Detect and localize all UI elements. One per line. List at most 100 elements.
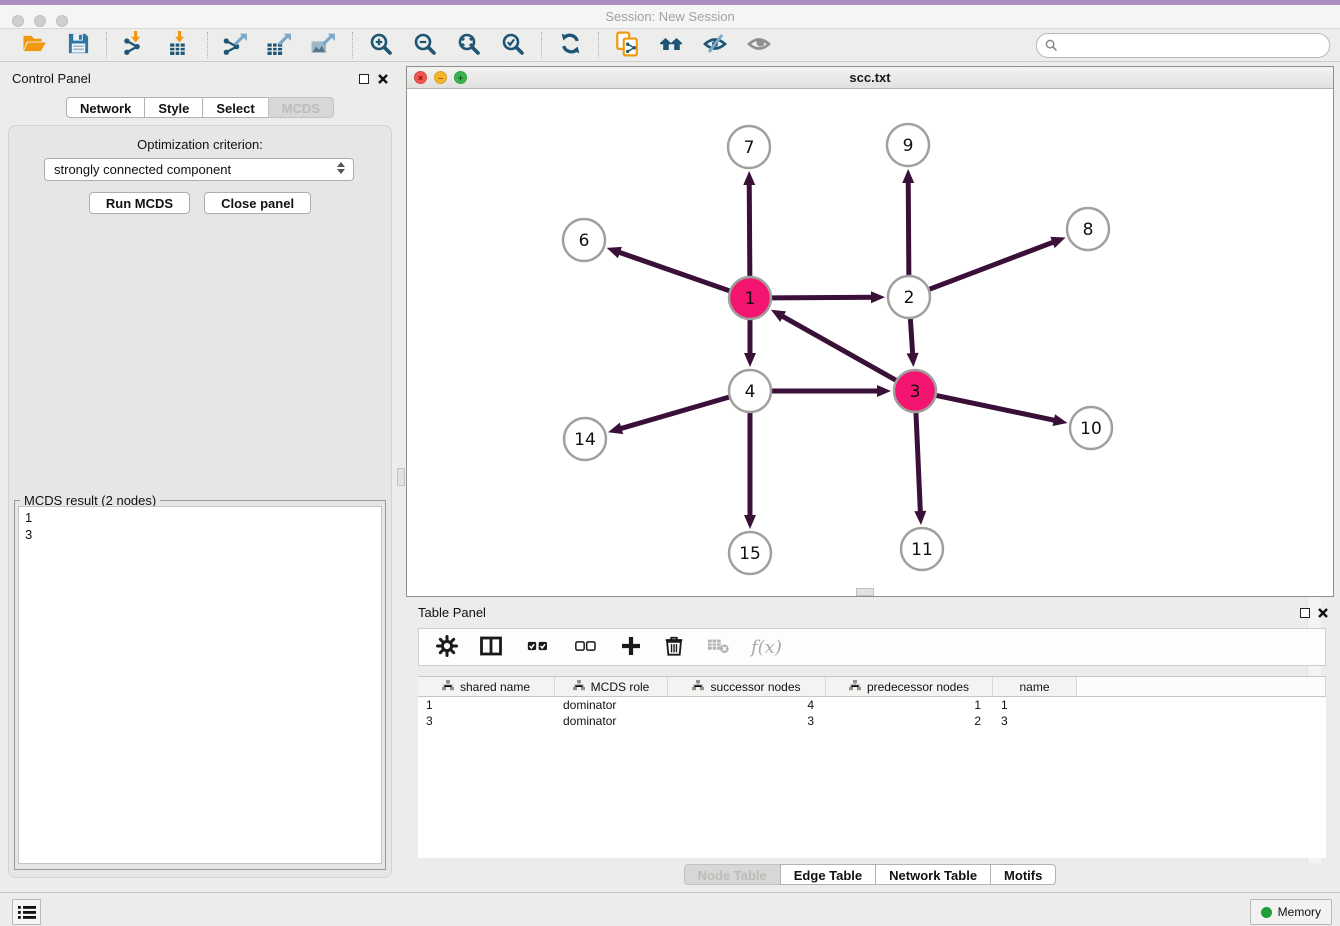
edge-1-6[interactable] bbox=[615, 251, 730, 291]
criterion-select[interactable]: strongly connected component bbox=[44, 158, 354, 181]
edge-2-9[interactable] bbox=[908, 178, 909, 276]
close-panel-button[interactable]: Close panel bbox=[204, 192, 311, 214]
column-header-successor-nodes[interactable]: successor nodes bbox=[668, 677, 826, 696]
export-table-button[interactable] bbox=[260, 30, 300, 60]
edge-3-11[interactable] bbox=[916, 412, 921, 516]
hide-selected-button[interactable] bbox=[695, 30, 735, 60]
tab-select[interactable]: Select bbox=[202, 97, 268, 118]
svg-text:7: 7 bbox=[744, 138, 755, 158]
edge-2-8[interactable] bbox=[929, 241, 1058, 290]
tab-node-table[interactable]: Node Table bbox=[684, 864, 781, 885]
export-table-icon bbox=[267, 31, 293, 59]
table-panel-close-icon[interactable] bbox=[1317, 607, 1329, 619]
edge-2-3[interactable] bbox=[910, 318, 913, 358]
memory-label: Memory bbox=[1278, 905, 1321, 919]
graph-node-10[interactable]: 10 bbox=[1070, 407, 1112, 449]
select-all-columns-button[interactable] bbox=[523, 632, 551, 662]
home-view-button[interactable] bbox=[651, 30, 691, 60]
vertical-splitter-handle[interactable] bbox=[397, 468, 405, 486]
edge-3-1[interactable] bbox=[779, 314, 897, 380]
edge-arrowhead bbox=[1053, 414, 1068, 426]
memory-button[interactable]: Memory bbox=[1250, 899, 1332, 925]
svg-text:14: 14 bbox=[574, 430, 596, 450]
add-column-button[interactable] bbox=[619, 632, 643, 662]
table-row[interactable]: 3dominator323 bbox=[418, 713, 1326, 729]
table-panel-float-icon[interactable] bbox=[1300, 608, 1310, 618]
graph-node-3[interactable]: 3 bbox=[894, 370, 936, 412]
cell-name[interactable]: 1 bbox=[993, 697, 1077, 713]
graph-node-2[interactable]: 2 bbox=[888, 276, 930, 318]
zoom-out-button[interactable] bbox=[405, 30, 445, 60]
memory-status-icon bbox=[1261, 907, 1272, 918]
zoom-fit-button[interactable] bbox=[449, 30, 489, 60]
zoom-selected-button[interactable] bbox=[493, 30, 533, 60]
network-graph-canvas[interactable]: 7 9 6 8 1 2 4 3 14 10 15 11 bbox=[407, 89, 1333, 596]
graph-node-4[interactable]: 4 bbox=[729, 370, 771, 412]
cell-successor-nodes[interactable]: 3 bbox=[668, 713, 826, 729]
function-builder-button: f(x) bbox=[751, 632, 782, 662]
horizontal-splitter-handle[interactable] bbox=[856, 588, 874, 596]
show-all-button[interactable] bbox=[739, 30, 779, 60]
tab-edge-table[interactable]: Edge Table bbox=[780, 864, 876, 885]
table-settings-button[interactable] bbox=[435, 632, 459, 662]
edge-1-2[interactable] bbox=[771, 297, 876, 298]
export-image-button[interactable] bbox=[304, 30, 344, 60]
cell-predecessor-nodes[interactable]: 2 bbox=[826, 713, 993, 729]
svg-text:15: 15 bbox=[739, 544, 761, 564]
column-header-name[interactable]: name bbox=[993, 677, 1077, 696]
tab-network[interactable]: Network bbox=[66, 97, 145, 118]
table-row[interactable]: 1dominator411 bbox=[418, 697, 1326, 713]
svg-text:3: 3 bbox=[910, 382, 921, 402]
edge-3-10[interactable] bbox=[936, 395, 1059, 421]
column-header-predecessor-nodes[interactable]: predecessor nodes bbox=[826, 677, 993, 696]
open-file-button[interactable] bbox=[14, 30, 54, 60]
mcds-result-list[interactable]: 1 3 bbox=[18, 506, 382, 864]
column-header-shared-name[interactable]: shared name bbox=[418, 677, 555, 696]
delete-column-button[interactable] bbox=[663, 632, 685, 662]
save-session-button[interactable] bbox=[58, 30, 98, 60]
split-columns-button[interactable] bbox=[479, 632, 503, 662]
graph-node-15[interactable]: 15 bbox=[729, 532, 771, 574]
tab-mcds[interactable]: MCDS bbox=[268, 97, 334, 118]
graph-node-7[interactable]: 7 bbox=[728, 126, 770, 168]
cell-name[interactable]: 3 bbox=[993, 713, 1077, 729]
run-mcds-button[interactable]: Run MCDS bbox=[89, 192, 190, 214]
zoom-in-button[interactable] bbox=[361, 30, 401, 60]
graph-node-8[interactable]: 8 bbox=[1067, 208, 1109, 250]
graph-node-9[interactable]: 9 bbox=[887, 124, 929, 166]
control-panel-close-icon[interactable] bbox=[377, 73, 389, 85]
cell-successor-nodes[interactable]: 4 bbox=[668, 697, 826, 713]
column-header-mcds-role[interactable]: MCDS role bbox=[555, 677, 668, 696]
export-network-button[interactable] bbox=[216, 30, 256, 60]
table-toolbar: f(x) bbox=[418, 628, 1326, 666]
graph-node-1[interactable]: 1 bbox=[729, 277, 771, 319]
refresh-network-icon bbox=[558, 31, 583, 59]
control-panel-float-icon[interactable] bbox=[359, 74, 369, 84]
cell-predecessor-nodes[interactable]: 1 bbox=[826, 697, 993, 713]
edge-4-14[interactable] bbox=[617, 397, 730, 430]
cell-mcds-role[interactable]: dominator bbox=[555, 713, 668, 729]
import-network-button[interactable] bbox=[115, 30, 155, 60]
refresh-network-button[interactable] bbox=[550, 30, 590, 60]
cell-shared-name[interactable]: 1 bbox=[418, 697, 555, 713]
select-stepper-icon bbox=[337, 162, 345, 174]
tab-motifs[interactable]: Motifs bbox=[990, 864, 1056, 885]
tab-network-table[interactable]: Network Table bbox=[875, 864, 991, 885]
task-history-button[interactable] bbox=[12, 899, 41, 925]
cell-shared-name[interactable]: 3 bbox=[418, 713, 555, 729]
zoom-fit-icon bbox=[457, 32, 481, 59]
search-field[interactable] bbox=[1036, 33, 1330, 58]
cell-mcds-role[interactable]: dominator bbox=[555, 697, 668, 713]
graph-node-14[interactable]: 14 bbox=[564, 418, 606, 460]
zoom-selected-icon bbox=[501, 32, 525, 59]
edge-1-7[interactable] bbox=[749, 180, 750, 277]
search-input[interactable] bbox=[1058, 36, 1329, 56]
import-network-icon bbox=[123, 31, 148, 59]
duplicate-network-button[interactable] bbox=[607, 30, 647, 60]
graph-node-11[interactable]: 11 bbox=[901, 528, 943, 570]
graph-node-6[interactable]: 6 bbox=[563, 219, 605, 261]
tab-style[interactable]: Style bbox=[144, 97, 203, 118]
deselect-all-columns-button[interactable] bbox=[571, 632, 599, 662]
import-table-button[interactable] bbox=[159, 30, 199, 60]
export-image-icon bbox=[311, 31, 337, 59]
